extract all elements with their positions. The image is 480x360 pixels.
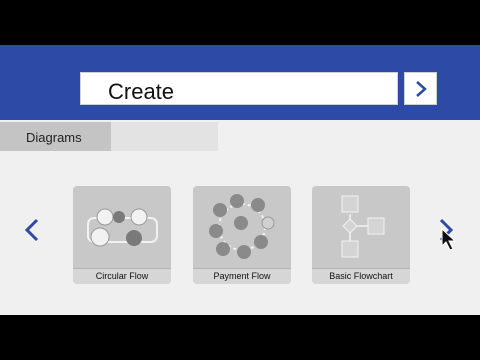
mouse-cursor-icon	[441, 228, 457, 251]
chevron-right-icon	[415, 80, 427, 97]
page-title: Create	[108, 79, 175, 104]
template-card-circular-flow[interactable]: Circular Flow	[73, 186, 171, 284]
tab-diagrams[interactable]: Diagrams	[0, 122, 111, 151]
payment-flow-thumbnail	[209, 194, 275, 259]
tab-bar: Diagrams	[0, 122, 218, 151]
basic-flowchart-thumbnail	[341, 195, 385, 258]
template-card-basic-flowchart[interactable]: Basic Flowchart	[312, 186, 410, 284]
tab-bar-filler	[111, 122, 218, 151]
create-title-box: Create	[80, 72, 398, 105]
circular-flow-thumbnail	[87, 208, 158, 247]
next-button[interactable]	[404, 72, 437, 105]
previous-arrow-icon[interactable]	[22, 217, 42, 243]
tab-label: Diagrams	[26, 130, 82, 145]
card-label: Basic Flowchart	[312, 268, 410, 284]
app-window: Create Diagrams Circular Flow Payment Fl…	[0, 45, 480, 315]
header-band: Create	[0, 45, 480, 120]
card-label: Payment Flow	[193, 268, 291, 284]
card-label: Circular Flow	[73, 268, 171, 284]
template-card-payment-flow[interactable]: Payment Flow	[193, 186, 291, 284]
